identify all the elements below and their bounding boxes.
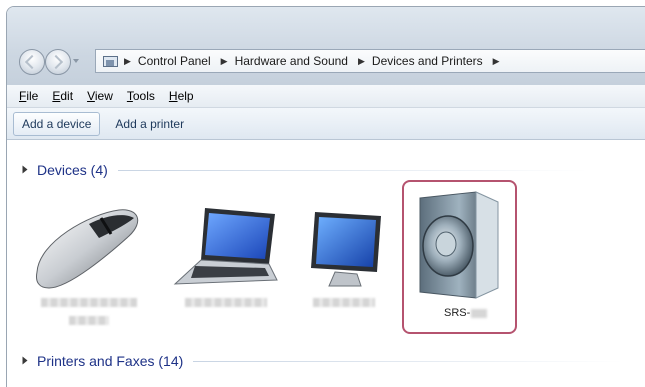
group-divider <box>193 360 624 362</box>
device-name: SRS- <box>444 307 488 319</box>
mouse-icon <box>36 209 139 289</box>
device-speaker[interactable]: SRS- <box>402 180 517 334</box>
breadcrumb-arrow-icon[interactable]: ▶ <box>124 56 131 67</box>
group-divider <box>117 169 588 171</box>
breadcrumb-arrow-icon[interactable]: ▶ <box>358 56 365 67</box>
control-panel-icon <box>102 54 118 68</box>
menu-tools[interactable]: Tools <box>127 89 155 103</box>
breadcrumb-arrow-icon[interactable]: ▶ <box>221 56 228 67</box>
breadcrumb-hardware-and-sound[interactable]: Hardware and Sound <box>235 54 348 68</box>
breadcrumb-control-panel[interactable]: Control Panel <box>138 54 211 68</box>
devices-content: Devices (4) SRS- Printers and Faxes (14) <box>7 140 645 387</box>
address-bar[interactable]: ▶ Control Panel ▶ Hardware and Sound ▶ D… <box>95 49 645 73</box>
explorer-window: ▶ Control Panel ▶ Hardware and Sound ▶ D… <box>6 6 645 387</box>
device-name-redacted <box>313 298 375 307</box>
command-bar: Add a device Add a printer <box>7 108 645 140</box>
laptop-icon <box>173 208 278 285</box>
title-chrome: ▶ Control Panel ▶ Hardware and Sound ▶ D… <box>7 7 645 85</box>
speaker-icon <box>419 191 499 299</box>
device-name-redacted <box>471 308 488 318</box>
device-name-redacted <box>69 316 109 325</box>
menu-view[interactable]: View <box>87 89 113 103</box>
group-title: Devices (4) <box>37 162 108 178</box>
add-printer-button[interactable]: Add a printer <box>106 112 193 136</box>
back-button[interactable] <box>19 49 45 75</box>
device-laptop[interactable] <box>165 202 285 352</box>
collapse-icon[interactable] <box>22 165 28 173</box>
menu-help[interactable]: Help <box>169 89 194 103</box>
add-device-button[interactable]: Add a device <box>13 111 101 136</box>
menu-file[interactable]: File <box>19 89 38 103</box>
device-name-redacted <box>185 298 267 307</box>
device-monitor[interactable] <box>295 202 395 352</box>
recent-pages-icon[interactable] <box>73 59 79 63</box>
forward-button[interactable] <box>45 49 71 75</box>
breadcrumb-devices-and-printers[interactable]: Devices and Printers <box>372 54 483 68</box>
group-header-devices[interactable]: Devices (4) <box>21 162 588 178</box>
device-name-redacted <box>41 298 137 307</box>
collapse-icon[interactable] <box>22 356 28 364</box>
breadcrumb-arrow-icon[interactable]: ▶ <box>493 56 500 67</box>
monitor-icon <box>311 212 381 287</box>
device-mouse[interactable] <box>29 202 149 352</box>
menu-edit[interactable]: Edit <box>52 89 73 103</box>
menu-bar: File Edit View Tools Help <box>7 85 645 108</box>
